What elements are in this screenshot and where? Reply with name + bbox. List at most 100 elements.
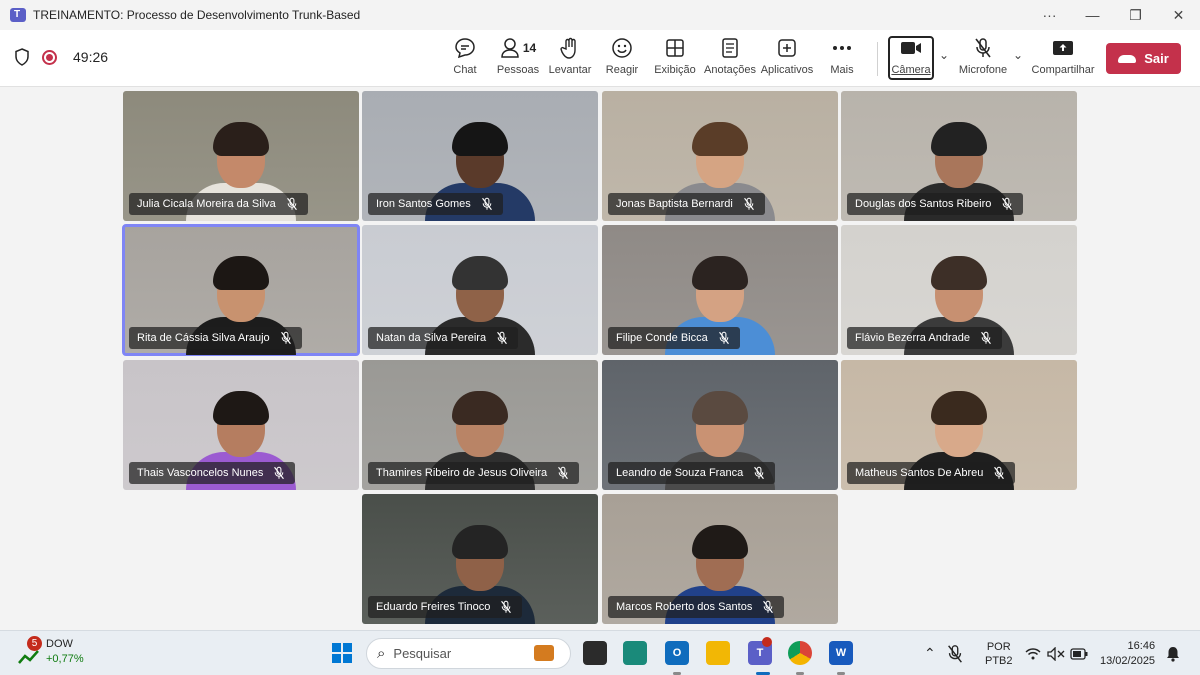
hang-up-icon	[1118, 54, 1137, 63]
taskbar-search[interactable]: ⌕ Pesquisar	[366, 638, 571, 669]
stock-chart-icon	[18, 650, 39, 664]
volume-muted-icon[interactable]	[1047, 631, 1065, 675]
participant-name: Iron Santos Gomes	[376, 198, 471, 210]
people-icon	[501, 38, 519, 58]
participant-video-tile[interactable]: Douglas dos Santos Ribeiro	[841, 91, 1077, 221]
participant-video-tile[interactable]: Julia Cicala Moreira da Silva	[123, 91, 359, 221]
file-explorer-icon[interactable]	[706, 641, 730, 665]
share-button[interactable]: Compartilhar	[1032, 36, 1094, 82]
system-clock[interactable]: 16:46 13/02/2025	[1100, 631, 1155, 675]
participant-video-tile[interactable]: Natan da Silva Pereira	[362, 225, 598, 355]
window-controls: ··· — ❐ ✕	[1028, 0, 1200, 30]
microphone-button[interactable]: Microfone	[956, 36, 1010, 82]
more-options-button[interactable]: ···	[1028, 0, 1071, 30]
mic-off-icon	[1001, 197, 1015, 211]
participant-name-tag: Julia Cicala Moreira da Silva	[129, 193, 308, 215]
restore-button[interactable]: ❐	[1114, 0, 1157, 30]
participant-name: Julia Cicala Moreira da Silva	[137, 198, 276, 210]
notifications-bell-icon[interactable]	[1166, 631, 1180, 675]
mic-off-icon	[974, 36, 992, 60]
mic-off-icon	[496, 331, 510, 345]
input-language[interactable]: POR PTB2	[985, 631, 1013, 675]
apps-button[interactable]: Aplicativos	[760, 36, 814, 82]
hand-icon	[560, 36, 580, 60]
participant-video-tile[interactable]: Thais Vasconcelos Nunes	[123, 360, 359, 490]
chat-button[interactable]: Chat	[447, 36, 483, 82]
smiley-icon	[611, 36, 633, 60]
teams-notification-dot-icon	[762, 637, 772, 647]
participant-video-tile[interactable]: Filipe Conde Bicca	[602, 225, 838, 355]
mic-off-icon	[557, 466, 571, 480]
participant-name: Leandro de Souza Franca	[616, 467, 744, 479]
participant-name: Flávio Bezerra Andrade	[855, 332, 970, 344]
mic-off-icon	[481, 197, 495, 211]
participant-name: Matheus Santos De Abreu	[855, 467, 984, 479]
close-button[interactable]: ✕	[1157, 0, 1200, 30]
camera-button[interactable]: Câmera	[888, 36, 934, 82]
stock-widget[interactable]: 5 DOW +0,77%	[18, 636, 84, 667]
participant-video-tile[interactable]: Eduardo Freires Tinoco	[362, 494, 598, 624]
view-button[interactable]: Exibição	[654, 36, 696, 82]
notes-button[interactable]: Anotações	[704, 36, 756, 82]
windows-start-icon[interactable]	[332, 643, 352, 663]
participant-name: Thais Vasconcelos Nunes	[137, 467, 264, 479]
participant-name: Douglas dos Santos Ribeiro	[855, 198, 992, 210]
chrome-app-icon[interactable]	[788, 641, 812, 665]
people-button[interactable]: 14 Pessoas	[496, 36, 540, 82]
participant-video-tile[interactable]: Flávio Bezerra Andrade	[841, 225, 1077, 355]
more-button[interactable]: Mais	[826, 36, 858, 82]
mic-options-chevron-icon[interactable]: ⌄	[1013, 48, 1023, 62]
show-hidden-icons-chevron-icon[interactable]: ⌃	[924, 631, 936, 675]
minimize-button[interactable]: —	[1071, 0, 1114, 30]
people-count: 14	[522, 41, 537, 55]
participant-video-tile[interactable]: Iron Santos Gomes	[362, 91, 598, 221]
participant-name: Marcos Roberto dos Santos	[616, 601, 753, 613]
battery-icon[interactable]	[1070, 631, 1088, 675]
participant-video-tile[interactable]: Rita de Cássia Silva Araujo	[122, 224, 360, 356]
participant-name-tag: Jonas Baptista Bernardi	[608, 193, 765, 215]
title-bar: TREINAMENTO: Processo de Desenvolvimento…	[0, 0, 1200, 30]
word-app-icon[interactable]: W	[829, 641, 853, 665]
participant-video-tile[interactable]: Marcos Roberto dos Santos	[602, 494, 838, 624]
mic-off-icon	[753, 466, 767, 480]
windows-taskbar: 5 DOW +0,77% ⌕ Pesquisar O T W ⌃ POR PTB…	[0, 630, 1200, 675]
participant-name-tag: Natan da Silva Pereira	[368, 327, 519, 349]
participant-video-tile[interactable]: Matheus Santos De Abreu	[841, 360, 1077, 490]
mic-off-icon	[273, 466, 287, 480]
mic-muted-icon	[948, 644, 962, 663]
participant-name: Natan da Silva Pereira	[376, 332, 487, 344]
outlook-app-icon[interactable]: O	[665, 641, 689, 665]
chat-icon	[454, 36, 476, 60]
mic-off-icon	[718, 331, 732, 345]
participant-name-tag: Douglas dos Santos Ribeiro	[847, 193, 1024, 215]
mic-off-icon	[980, 331, 994, 345]
add-app-icon	[777, 36, 797, 60]
react-button[interactable]: Reagir	[604, 36, 640, 82]
tray-mic-muted[interactable]	[946, 631, 964, 675]
wifi-icon[interactable]	[1025, 631, 1041, 675]
shield-icon[interactable]	[14, 48, 30, 66]
mic-off-icon	[500, 600, 514, 614]
task-view-icon[interactable]	[583, 641, 607, 665]
video-grid: Julia Cicala Moreira da Silva Iron Santos…	[0, 87, 1200, 630]
search-highlight-icon	[534, 645, 554, 661]
participant-video-tile[interactable]: Leandro de Souza Franca	[602, 360, 838, 490]
participant-video-tile[interactable]: Thamires Ribeiro de Jesus Oliveira	[362, 360, 598, 490]
participant-name: Filipe Conde Bicca	[616, 332, 708, 344]
share-screen-icon	[1052, 36, 1074, 60]
meeting-timer: 49:26	[73, 49, 109, 65]
grid-view-icon	[665, 36, 685, 60]
raise-hand-button[interactable]: Levantar	[549, 36, 591, 82]
calculator-app-icon[interactable]	[623, 641, 647, 665]
participant-name-tag: Leandro de Souza Franca	[608, 462, 776, 484]
leave-button[interactable]: Sair	[1106, 43, 1181, 74]
participant-name: Rita de Cássia Silva Araujo	[137, 332, 270, 344]
participant-video-tile[interactable]: Jonas Baptista Bernardi	[602, 91, 838, 221]
stock-change: +0,77%	[46, 653, 84, 665]
camera-options-chevron-icon[interactable]: ⌄	[939, 48, 949, 62]
participant-name-tag: Iron Santos Gomes	[368, 193, 503, 215]
participant-name-tag: Flávio Bezerra Andrade	[847, 327, 1002, 349]
participant-name-tag: Thamires Ribeiro de Jesus Oliveira	[368, 462, 580, 484]
teams-logo-icon	[10, 8, 26, 22]
toolbar-divider	[877, 42, 878, 76]
